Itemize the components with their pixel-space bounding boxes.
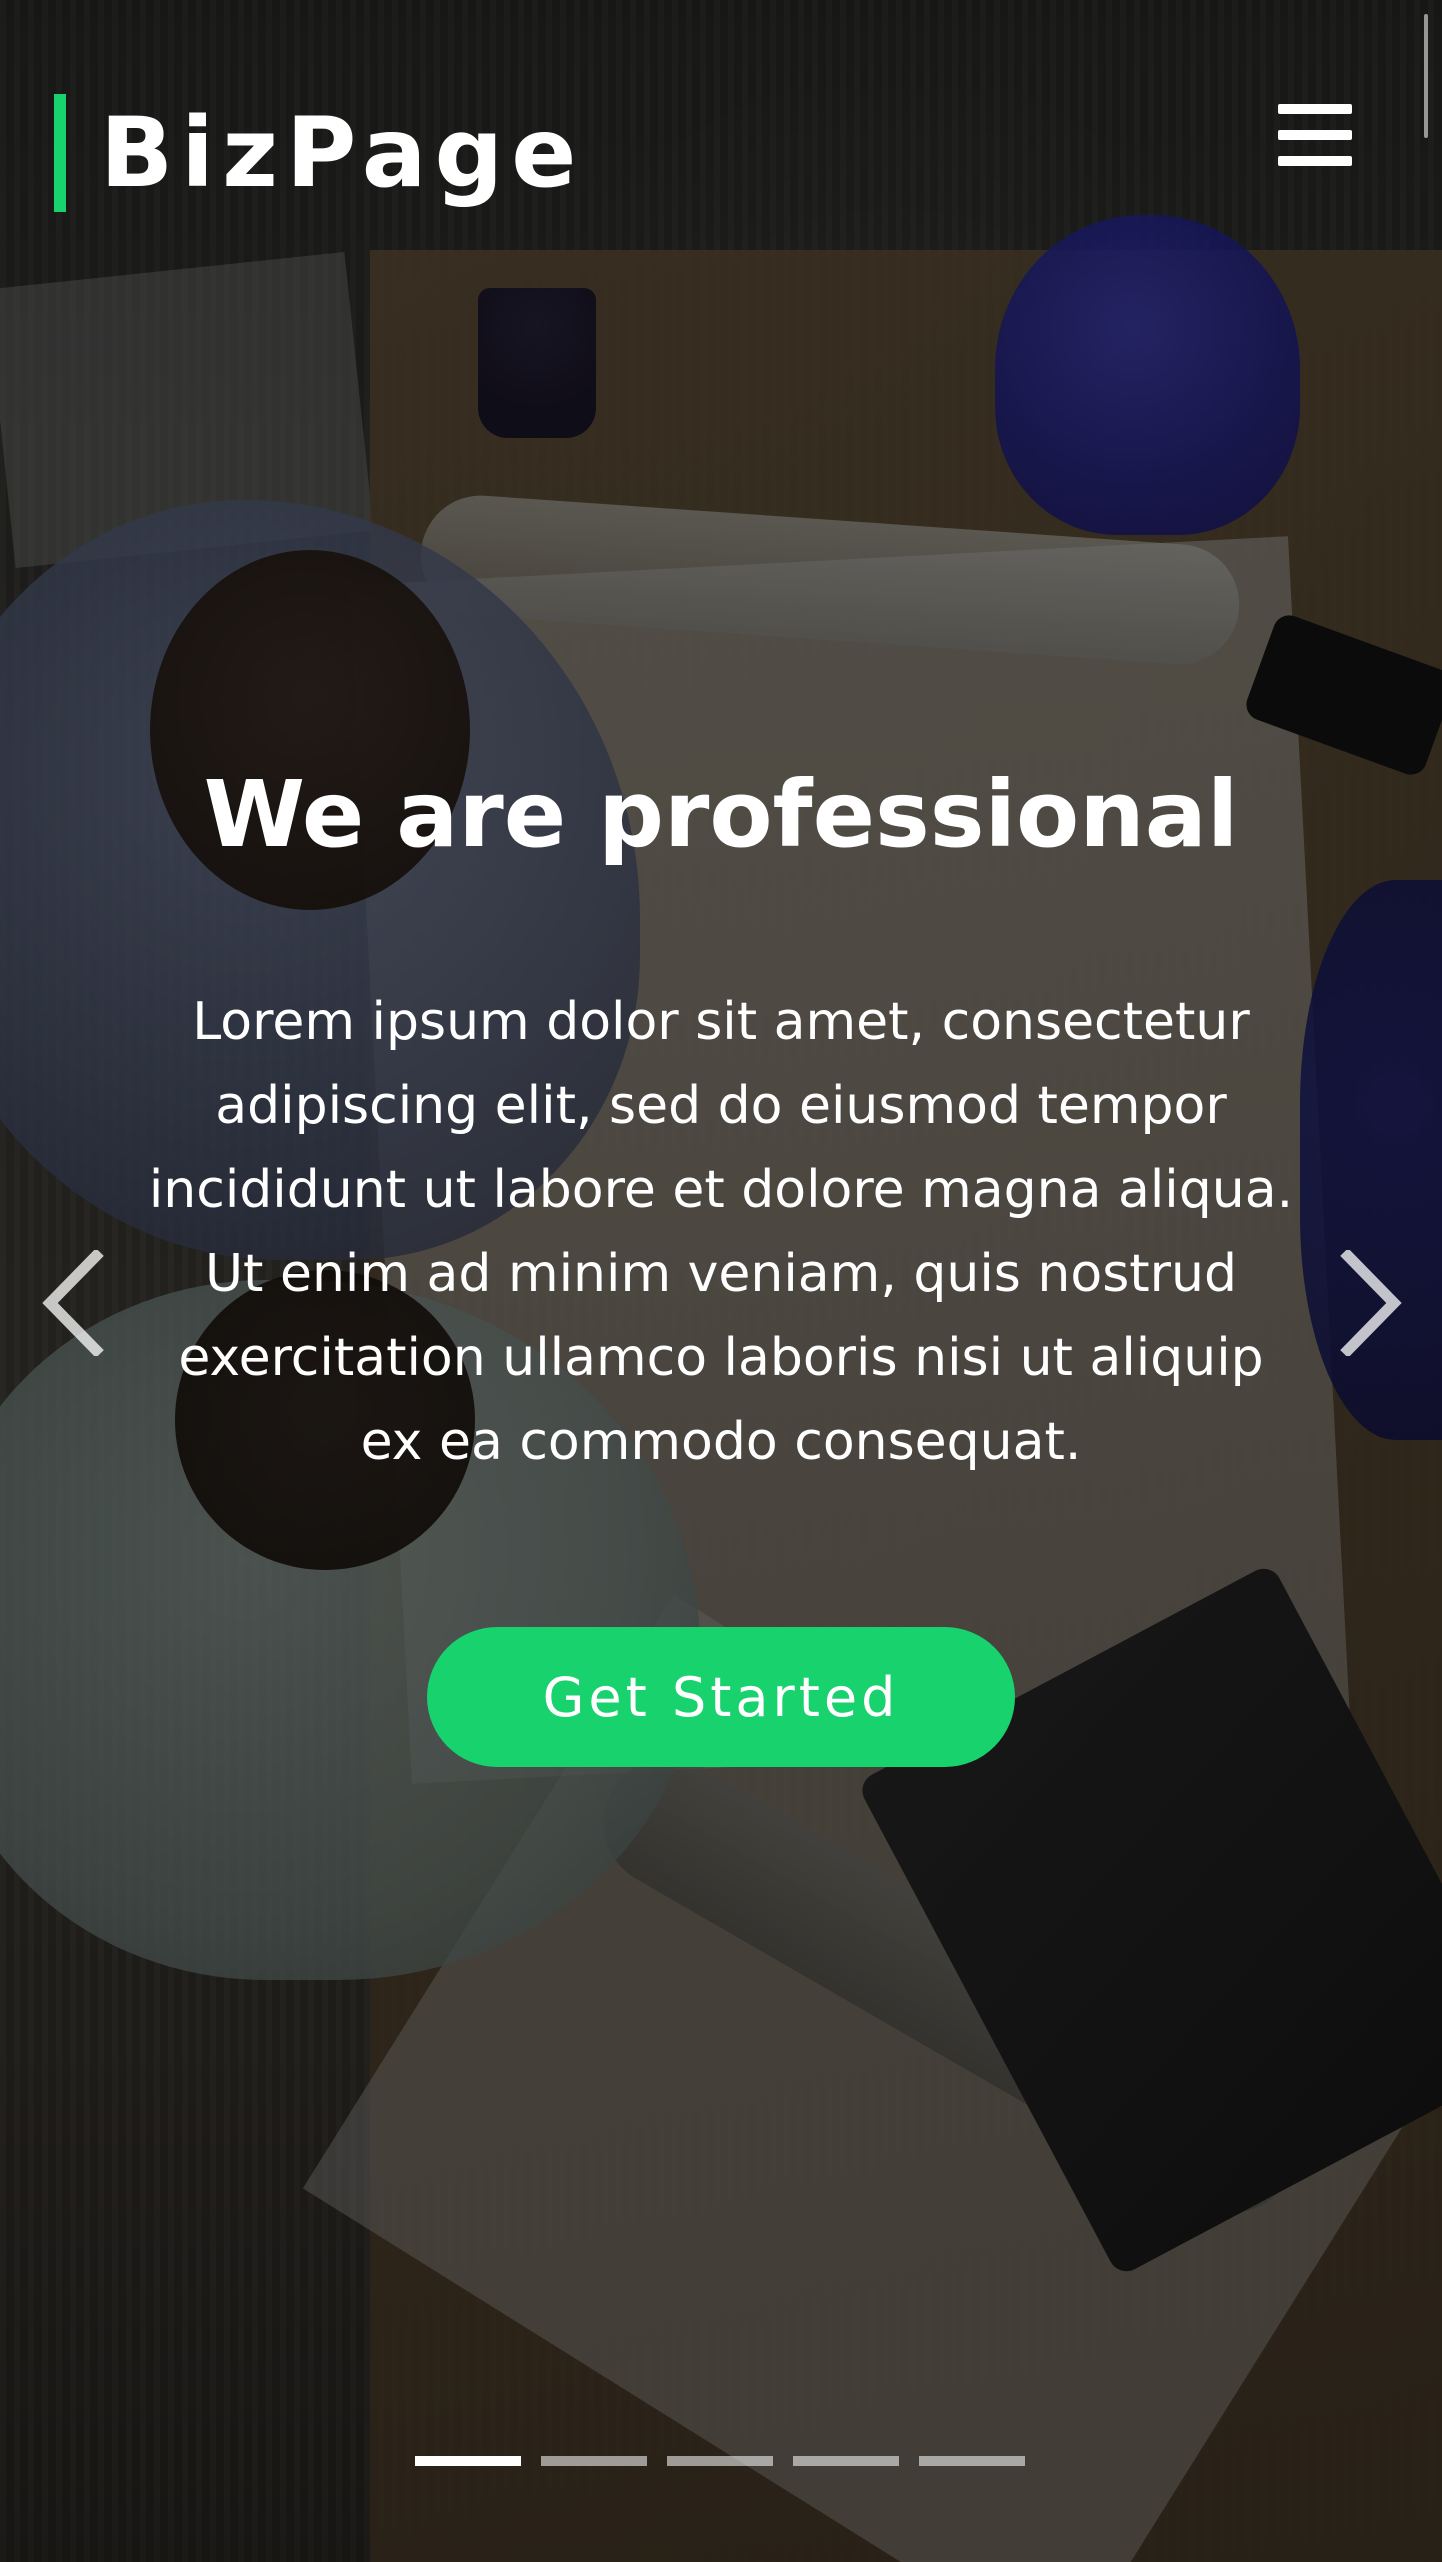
logo-accent-bar xyxy=(54,94,66,212)
chevron-right-icon xyxy=(1340,1250,1402,1356)
hero-section: BizPage We are professional Lorem ipsum … xyxy=(0,0,1442,2562)
hamburger-menu-icon[interactable] xyxy=(1278,104,1352,166)
carousel-indicator-1[interactable] xyxy=(415,2456,521,2466)
chevron-left-icon xyxy=(42,1250,104,1356)
carousel-indicator-3[interactable] xyxy=(667,2456,773,2466)
logo-text: BizPage xyxy=(100,97,585,209)
carousel-indicator-4[interactable] xyxy=(793,2456,899,2466)
menu-icon-line xyxy=(1278,104,1352,114)
hero-description: Lorem ipsum dolor sit amet, consectetur … xyxy=(148,992,1294,1472)
menu-icon-line xyxy=(1278,156,1352,166)
carousel-prev-button[interactable] xyxy=(38,1250,108,1356)
hero-title: We are professional xyxy=(203,761,1239,868)
site-logo[interactable]: BizPage xyxy=(54,94,584,212)
carousel-indicator-2[interactable] xyxy=(541,2456,647,2466)
carousel-next-button[interactable] xyxy=(1336,1250,1406,1356)
carousel-indicator-5[interactable] xyxy=(919,2456,1025,2466)
scrollbar[interactable] xyxy=(1424,14,1428,138)
get-started-button[interactable]: Get Started xyxy=(427,1627,1015,1767)
menu-icon-line xyxy=(1278,130,1352,140)
carousel-indicators xyxy=(415,2456,1025,2468)
